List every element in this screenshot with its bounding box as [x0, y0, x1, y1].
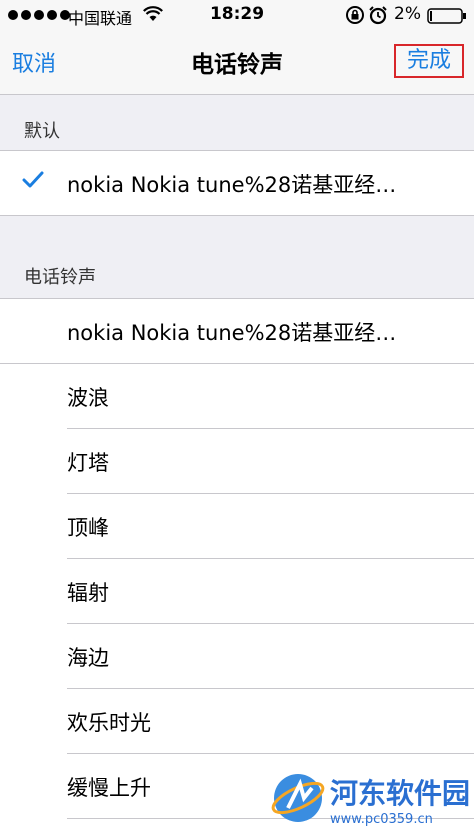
alarm-icon	[369, 6, 387, 25]
status-bar: 中国联通 18:29 2%	[0, 0, 474, 30]
section-header-default: 默认	[24, 121, 60, 142]
navigation-bar: 取消 电话铃声 完成	[0, 30, 474, 95]
list-item[interactable]: 波浪	[0, 364, 474, 429]
custom-ringtone-label: nokia Nokia tune%28诺基亚经…	[67, 321, 397, 345]
ringtone-label: 缓慢上升	[67, 776, 151, 800]
watermark-logo-icon	[271, 774, 325, 822]
ringtone-label: 顶峰	[67, 516, 109, 540]
ringtone-label: 海边	[67, 646, 109, 670]
list-item[interactable]: 辐射	[0, 559, 474, 624]
default-ringtone-label: nokia Nokia tune%28诺基亚经…	[67, 173, 397, 197]
ringtone-label: 灯塔	[67, 451, 109, 475]
rotation-lock-icon	[346, 6, 364, 24]
ringtone-label: 辐射	[67, 581, 109, 605]
watermark-url: www.pc0359.cn	[330, 812, 433, 827]
watermark-name: 河东软件园	[330, 777, 471, 810]
list-item[interactable]: 灯塔	[0, 429, 474, 494]
done-button[interactable]: 完成	[394, 44, 464, 78]
custom-ringtone-cell[interactable]: nokia Nokia tune%28诺基亚经…	[0, 298, 474, 364]
default-ringtone-cell[interactable]: nokia Nokia tune%28诺基亚经…	[0, 150, 474, 216]
list-item[interactable]: 海边	[0, 624, 474, 689]
section-header-ringtones: 电话铃声	[24, 267, 96, 288]
watermark: 河东软件园 www.pc0359.cn	[266, 766, 470, 836]
battery-percent: 2%	[394, 4, 421, 24]
ringtone-label: 欢乐时光	[67, 711, 151, 735]
list-item[interactable]: 欢乐时光	[0, 689, 474, 754]
battery-icon	[427, 8, 466, 24]
ringtone-label: 波浪	[67, 386, 109, 410]
list-item[interactable]: 顶峰	[0, 494, 474, 559]
checkmark-icon	[22, 171, 44, 188]
